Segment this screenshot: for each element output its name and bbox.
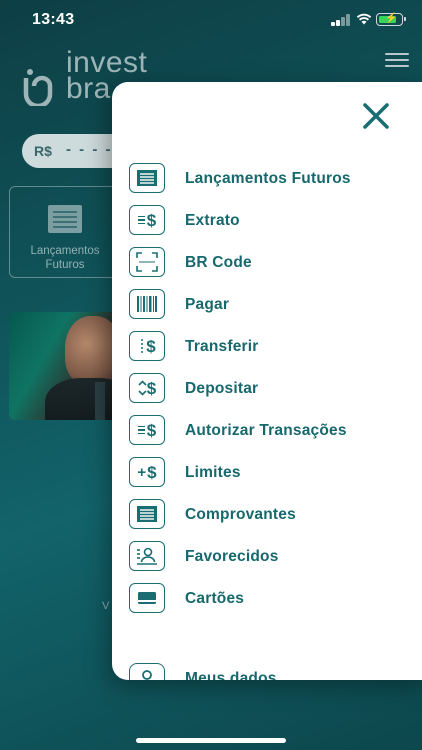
side-menu-drawer: Lançamentos Futuros $ Extrato BR Code Pa…: [112, 82, 422, 680]
user-icon: [129, 663, 165, 680]
background-text-fragment: V: [102, 600, 110, 612]
balance-masked-value: - - - -: [66, 141, 113, 158]
contacts-icon: [129, 541, 165, 571]
menu-item-autorizar-transacoes[interactable]: $ Autorizar Transações: [112, 414, 422, 454]
menu-item-label: Transferir: [185, 338, 259, 355]
menu-item-label: BR Code: [185, 254, 252, 271]
wifi-icon: [356, 13, 372, 25]
ib-logo-icon: [23, 69, 53, 106]
battery-icon: ⚡: [376, 13, 406, 26]
menu-item-limites[interactable]: + $ Limites: [112, 456, 422, 496]
shortcut-card-label: Lançamentos Futuros: [30, 245, 100, 271]
home-indicator[interactable]: [136, 738, 286, 743]
close-icon[interactable]: [360, 100, 392, 132]
menu-item-extrato[interactable]: $ Extrato: [112, 204, 422, 244]
menu-item-cartoes[interactable]: Cartões: [112, 582, 422, 622]
menu-item-comprovantes[interactable]: Comprovantes: [112, 498, 422, 538]
hamburger-menu-icon[interactable]: [385, 53, 409, 69]
menu-item-label: Meus dados: [185, 670, 277, 680]
logo-text-line2: bra: [66, 72, 111, 105]
menu-item-label: Cartões: [185, 590, 245, 607]
qr-scan-icon: [129, 247, 165, 277]
transfer-dollar-icon: $: [129, 331, 165, 361]
card-icon: [129, 583, 165, 613]
menu-item-meus-dados[interactable]: Meus dados: [112, 662, 422, 680]
authorize-dollar-icon: $: [129, 415, 165, 445]
cellular-signal-icon: [331, 14, 351, 26]
statement-list-icon: [129, 163, 165, 193]
menu-item-label: Extrato: [185, 212, 240, 229]
menu-item-label: Favorecidos: [185, 548, 279, 565]
deposit-dollar-icon: $: [129, 373, 165, 403]
menu-item-label: Lançamentos Futuros: [185, 170, 351, 187]
menu-item-label: Comprovantes: [185, 506, 296, 523]
promo-banner-image[interactable]: [9, 312, 121, 420]
balance-currency: R$: [34, 143, 52, 159]
menu-item-pagar[interactable]: Pagar: [112, 288, 422, 328]
shortcut-card-lancamentos[interactable]: Lançamentos Futuros: [9, 186, 121, 278]
status-bar: 13:43 ⚡: [0, 0, 422, 40]
menu-item-favorecidos[interactable]: Favorecidos: [112, 540, 422, 580]
menu-item-label: Depositar: [185, 380, 259, 397]
menu-item-label: Limites: [185, 464, 241, 481]
menu-item-label: Autorizar Transações: [185, 422, 347, 439]
status-time: 13:43: [32, 11, 75, 28]
menu-item-depositar[interactable]: $ Depositar: [112, 372, 422, 412]
receipt-icon: [129, 499, 165, 529]
lines-dollar-icon: $: [129, 205, 165, 235]
menu-item-label: Pagar: [185, 296, 230, 313]
menu-item-br-code[interactable]: BR Code: [112, 246, 422, 286]
menu-item-transferir[interactable]: $ Transferir: [112, 330, 422, 370]
plus-dollar-icon: + $: [129, 457, 165, 487]
statement-list-icon: [48, 205, 82, 233]
menu-item-lancamentos-futuros[interactable]: Lançamentos Futuros: [112, 162, 422, 202]
barcode-icon: [129, 289, 165, 319]
